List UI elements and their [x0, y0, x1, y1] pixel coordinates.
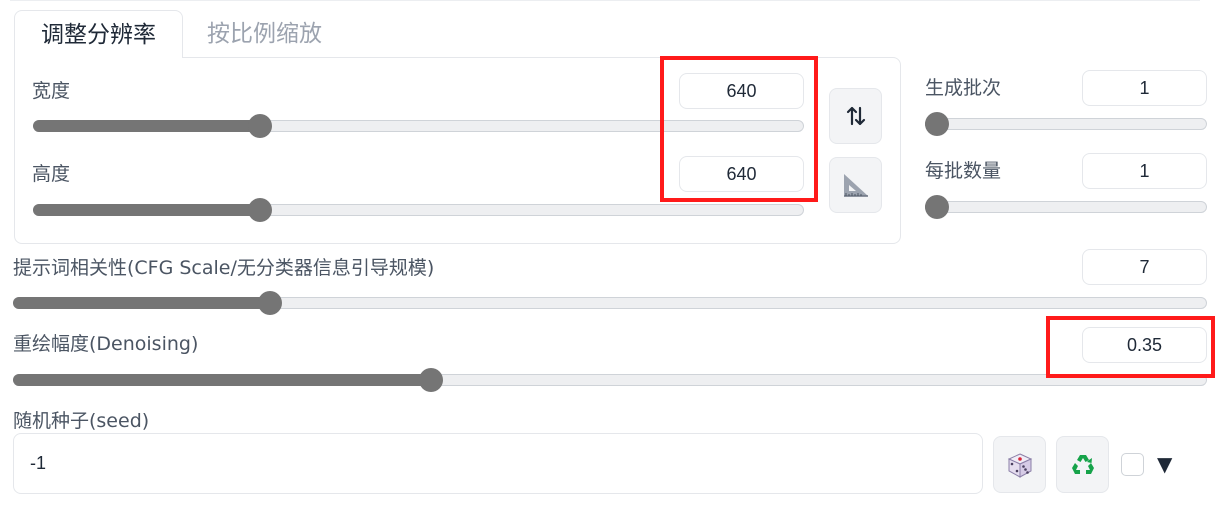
set-square-icon	[843, 174, 868, 197]
seed-input[interactable]: -1	[13, 433, 983, 494]
denoising-label: 重绘幅度(Denoising)	[13, 333, 199, 355]
cfg-scale-label: 提示词相关性(CFG Scale/无分类器信息引导规模)	[13, 257, 435, 279]
random-seed-button[interactable]	[993, 436, 1046, 493]
slider-fill	[13, 374, 431, 386]
tab-scale-by[interactable]: 按比例缩放	[207, 10, 322, 58]
slider-track	[925, 201, 1207, 213]
slider-fill	[33, 120, 261, 132]
detect-ratio-button[interactable]	[829, 157, 882, 213]
highlight-box-dimensions	[660, 56, 818, 202]
cfg-scale-slider[interactable]	[13, 291, 1207, 315]
swap-dimensions-button[interactable]	[829, 88, 882, 144]
slider-fill	[13, 297, 270, 309]
slider-thumb[interactable]	[418, 368, 443, 392]
dice-icon	[1007, 452, 1032, 478]
width-label: 宽度	[32, 80, 71, 102]
cfg-scale-input[interactable]: 7	[1082, 249, 1207, 285]
tab-resize[interactable]: 调整分辨率	[14, 10, 183, 58]
slider-thumb[interactable]	[925, 195, 949, 219]
swap-arrows-icon	[846, 106, 865, 126]
extra-seed-checkbox[interactable]	[1121, 453, 1144, 476]
highlight-box-denoising	[1046, 316, 1215, 378]
batch-count-label: 生成批次	[925, 77, 1002, 99]
denoising-slider[interactable]	[13, 368, 1207, 392]
batch-size-input[interactable]: 1	[1082, 153, 1207, 189]
slider-thumb[interactable]	[248, 198, 273, 222]
slider-thumb[interactable]	[248, 114, 273, 138]
batch-size-label: 每批数量	[925, 160, 1002, 182]
extra-options-dropdown-icon[interactable]: ▼	[1157, 452, 1172, 476]
batch-count-input[interactable]: 1	[1082, 70, 1207, 106]
slider-thumb[interactable]	[925, 112, 949, 136]
recycle-icon	[1071, 454, 1094, 474]
batch-count-slider[interactable]	[925, 112, 1207, 136]
slider-thumb[interactable]	[257, 291, 282, 315]
height-label: 高度	[32, 163, 71, 185]
slider-track	[925, 118, 1207, 130]
reuse-seed-button[interactable]	[1056, 436, 1109, 493]
top-divider	[10, 0, 1200, 3]
slider-fill	[33, 204, 261, 216]
seed-label: 随机种子(seed)	[13, 410, 150, 432]
batch-size-slider[interactable]	[925, 195, 1207, 219]
